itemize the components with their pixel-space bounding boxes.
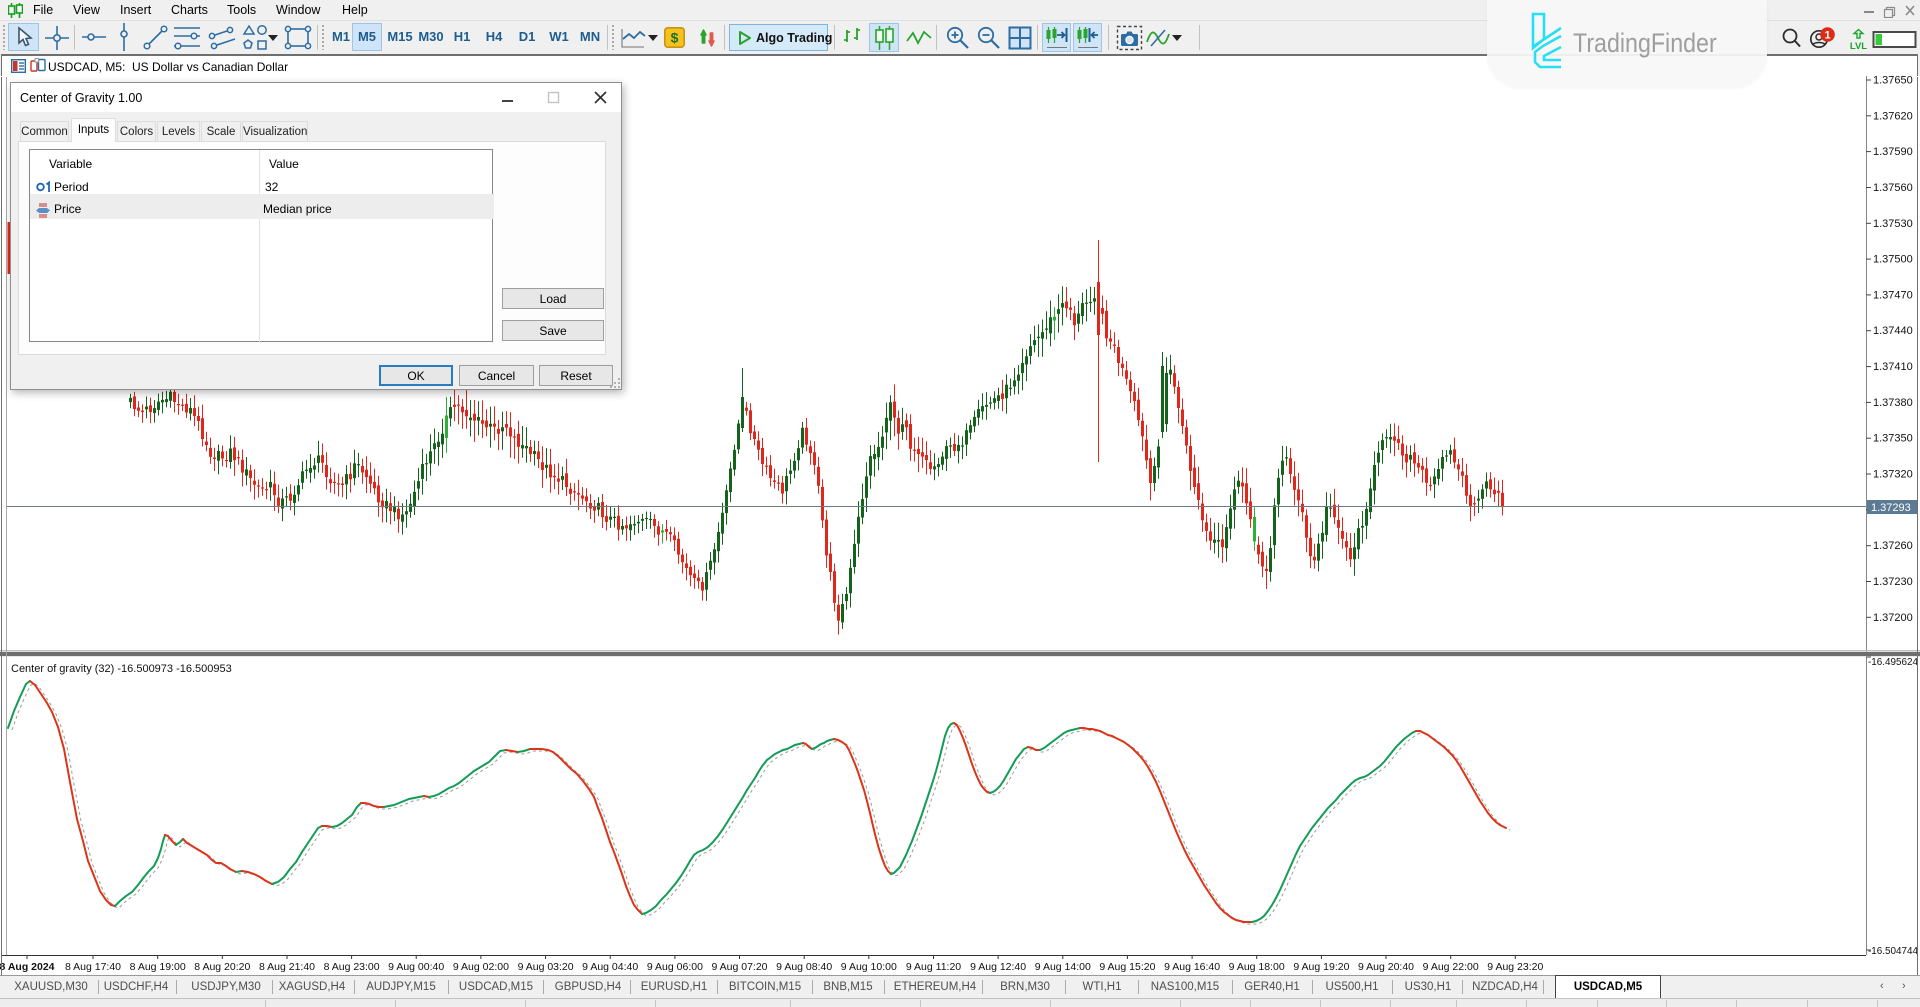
svg-text:9 Aug 11:20: 9 Aug 11:20	[906, 961, 961, 973]
svg-text:9 Aug 12:40: 9 Aug 12:40	[970, 961, 1026, 973]
svg-text:1.37500: 1.37500	[1873, 254, 1913, 266]
svg-text:1.37200: 1.37200	[1873, 612, 1913, 624]
svg-text:9 Aug 18:00: 9 Aug 18:00	[1229, 961, 1285, 973]
svg-text:9 Aug 15:20: 9 Aug 15:20	[1099, 961, 1155, 973]
svg-text:1.37380: 1.37380	[1873, 397, 1913, 409]
svg-text:8 Aug 2024: 8 Aug 2024	[0, 961, 55, 973]
svg-text:9 Aug 00:40: 9 Aug 00:40	[388, 961, 444, 973]
svg-text:9 Aug 04:40: 9 Aug 04:40	[582, 961, 638, 973]
svg-text:1.37260: 1.37260	[1873, 540, 1913, 552]
svg-text:LVL: LVL	[1850, 41, 1867, 52]
svg-text:9 Aug 02:00: 9 Aug 02:00	[453, 961, 509, 973]
svg-text:8 Aug 23:00: 8 Aug 23:00	[324, 961, 380, 973]
svg-text:1.37350: 1.37350	[1873, 433, 1913, 445]
svg-text:9 Aug 07:20: 9 Aug 07:20	[711, 961, 767, 973]
svg-text:1.37230: 1.37230	[1873, 576, 1913, 588]
svg-text:9 Aug 03:20: 9 Aug 03:20	[518, 961, 574, 973]
svg-text:1.37560: 1.37560	[1873, 182, 1913, 194]
svg-text:1.37320: 1.37320	[1873, 469, 1913, 481]
svg-text:1.37410: 1.37410	[1873, 361, 1913, 373]
svg-text:9 Aug 06:00: 9 Aug 06:00	[647, 961, 703, 973]
svg-text:8 Aug 19:00: 8 Aug 19:00	[130, 961, 186, 973]
svg-text:$: $	[671, 30, 679, 46]
svg-text:-16.504744: -16.504744	[1868, 946, 1918, 957]
svg-text:9 Aug 10:00: 9 Aug 10:00	[841, 961, 897, 973]
svg-text:1: 1	[1824, 30, 1830, 42]
svg-text:9 Aug 20:40: 9 Aug 20:40	[1358, 961, 1414, 973]
svg-text:1.37590: 1.37590	[1873, 146, 1913, 158]
svg-text:-16.495624: -16.495624	[1868, 657, 1918, 668]
svg-text:8 Aug 21:40: 8 Aug 21:40	[259, 961, 315, 973]
svg-text:1.37530: 1.37530	[1873, 218, 1913, 230]
svg-text:1.37650: 1.37650	[1873, 76, 1913, 87]
svg-text:8 Aug 20:20: 8 Aug 20:20	[194, 961, 250, 973]
svg-text:1.37440: 1.37440	[1873, 325, 1913, 337]
svg-text:9 Aug 23:20: 9 Aug 23:20	[1487, 961, 1543, 973]
svg-text:9 Aug 19:20: 9 Aug 19:20	[1293, 961, 1349, 973]
svg-text:Center of gravity (32) -16.500: Center of gravity (32) -16.500973 -16.50…	[11, 663, 232, 675]
svg-text:1.37293: 1.37293	[1871, 502, 1911, 514]
svg-text:1.37620: 1.37620	[1873, 110, 1913, 122]
svg-text:9 Aug 16:40: 9 Aug 16:40	[1164, 961, 1220, 973]
svg-text:9 Aug 08:40: 9 Aug 08:40	[776, 961, 832, 973]
svg-text:9 Aug 14:00: 9 Aug 14:00	[1035, 961, 1091, 973]
svg-text:9 Aug 22:00: 9 Aug 22:00	[1423, 961, 1479, 973]
svg-text:8 Aug 17:40: 8 Aug 17:40	[65, 961, 121, 973]
svg-text:1.37470: 1.37470	[1873, 289, 1913, 301]
